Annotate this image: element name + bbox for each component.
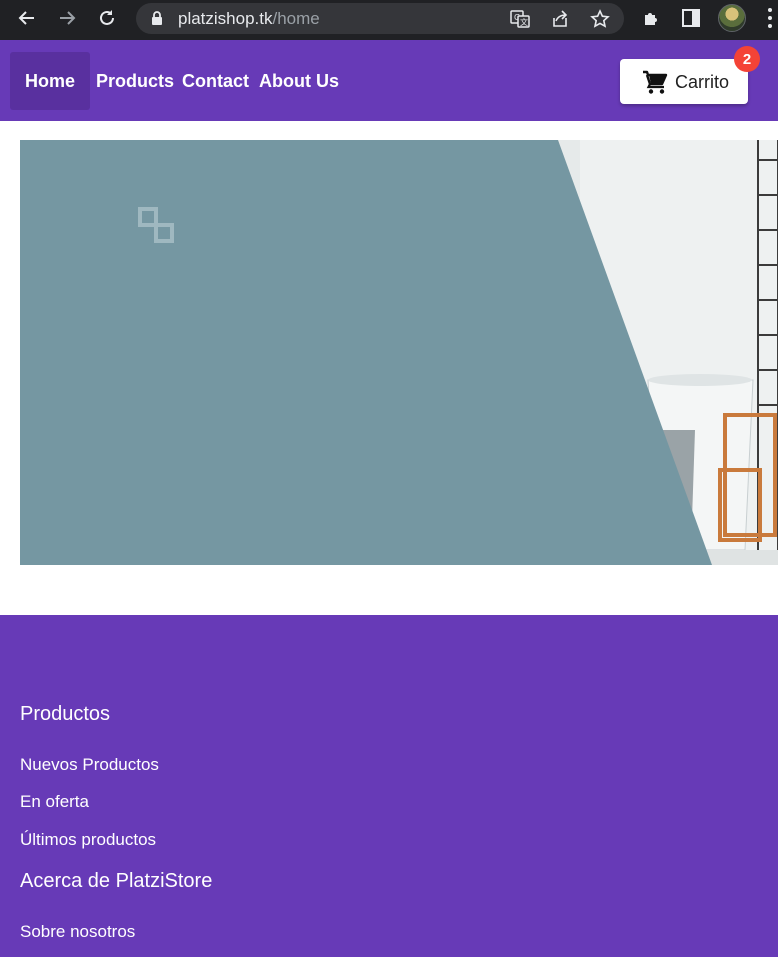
extensions-icon[interactable] xyxy=(641,7,663,29)
svg-text:文: 文 xyxy=(520,17,528,27)
platzi-store-logo-icon xyxy=(138,207,178,247)
lock-icon[interactable] xyxy=(150,10,164,31)
address-bar[interactable]: platzishop.tk/home G文 xyxy=(136,3,624,34)
menu-icon[interactable] xyxy=(766,8,774,30)
url-text[interactable]: platzishop.tk/home xyxy=(178,10,320,28)
browser-toolbar: platzishop.tk/home G文 xyxy=(0,0,778,40)
cart-label: Carrito xyxy=(675,72,730,92)
nav-item-about-us[interactable]: About Us xyxy=(259,52,339,110)
footer-heading-productos: Productos xyxy=(20,703,111,725)
sidebar-icon[interactable] xyxy=(680,7,702,29)
cart-count-badge: 2 xyxy=(734,46,760,72)
cart-button[interactable]: Carrito xyxy=(620,59,748,104)
shopping-cart-icon xyxy=(642,70,668,94)
footer-link-ultimos-productos[interactable]: Últimos productos xyxy=(20,830,156,850)
nav-item-home[interactable]: Home xyxy=(10,52,90,110)
site-header: Home Products Contact About Us Carrito 2 xyxy=(0,40,778,121)
forward-icon[interactable] xyxy=(52,5,82,31)
footer-heading-acerca: Acerca de PlatziStore xyxy=(20,870,213,892)
nav-item-products[interactable]: Products xyxy=(96,52,174,110)
footer-link-en-oferta[interactable]: En oferta xyxy=(20,792,89,812)
site-footer: Productos Nuevos Productos En oferta Últ… xyxy=(0,615,778,957)
share-icon[interactable] xyxy=(550,9,570,29)
back-icon[interactable] xyxy=(12,5,42,31)
hero-banner xyxy=(20,140,778,565)
star-icon[interactable] xyxy=(590,9,610,29)
nav-item-contact[interactable]: Contact xyxy=(182,52,249,110)
footer-link-nuevos-productos[interactable]: Nuevos Productos xyxy=(20,755,159,775)
profile-avatar[interactable] xyxy=(718,4,746,32)
translate-icon[interactable]: G文 xyxy=(510,9,530,29)
footer-link-sobre-nosotros[interactable]: Sobre nosotros xyxy=(20,922,135,942)
reload-icon[interactable] xyxy=(92,5,122,31)
